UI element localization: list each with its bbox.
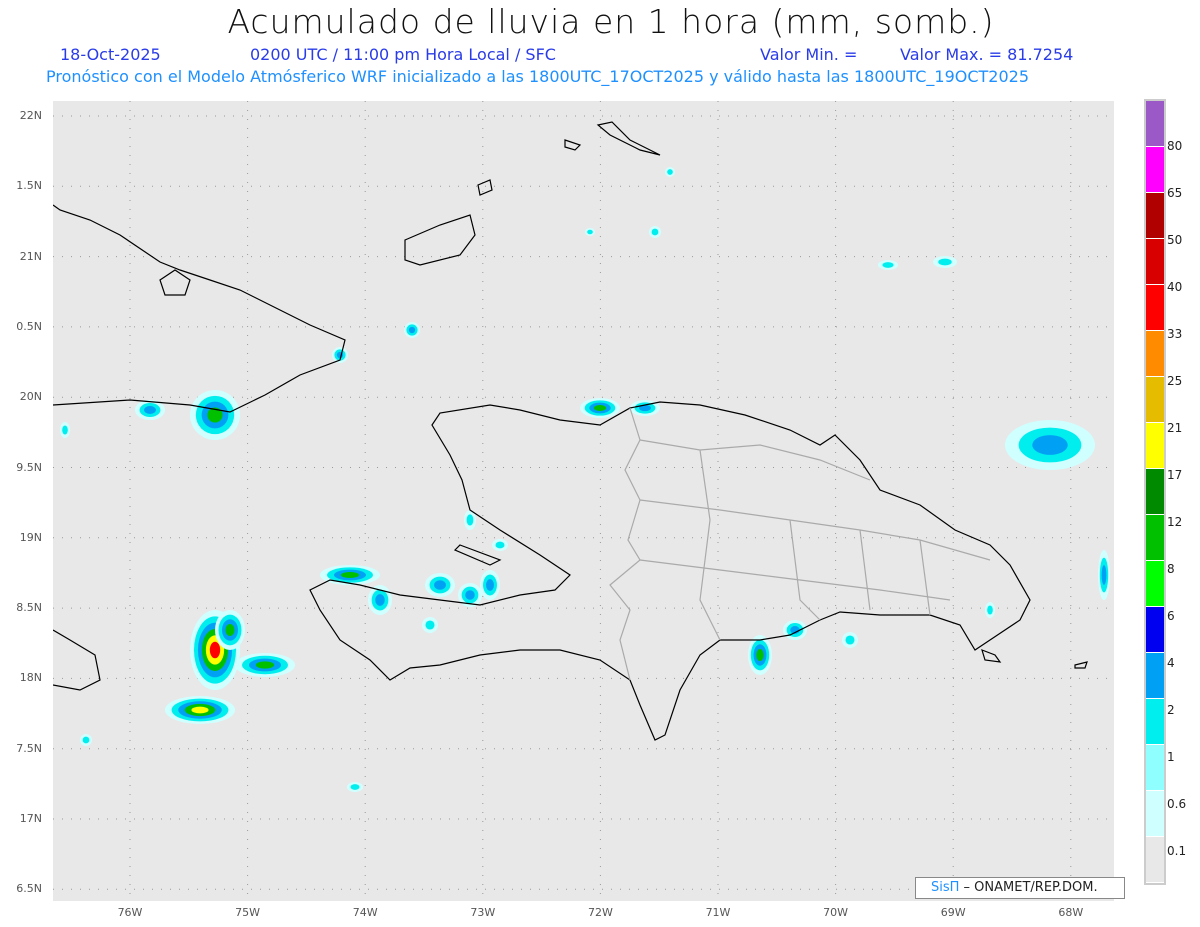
rain-cell [144,406,156,414]
colorbar-segment [1146,193,1164,239]
colorbar-label: 50 [1167,233,1183,247]
colorbar-segment [1146,515,1164,561]
cuba-coast [52,204,346,413]
colorbar-label: 0.1 [1167,844,1187,858]
lon-tick-label: 69W [940,906,966,919]
credit-text: – ONAMET/REP.DOM. [959,880,1098,895]
colorbar-label: 33 [1167,327,1183,341]
rain-cell [882,262,894,268]
colorbar-label: 8 [1167,562,1175,576]
colorbar-label: 65 [1167,186,1183,200]
colorbar-label: 25 [1167,374,1183,388]
lon-tick-label: 71W [705,906,731,919]
colorbar-label: 6 [1167,609,1175,623]
hispaniola-coast [309,401,1031,741]
colorbar-segment [1146,561,1164,607]
rain-cell [987,605,993,615]
lat-tick-label: 22N [19,109,42,122]
colorbar-segment [1146,699,1164,745]
rain-cell [209,641,221,659]
colorbar-label: 1 [1167,750,1175,764]
lon-tick-label: 70W [823,906,849,919]
colorbar-segment [1146,285,1164,331]
rain-cell [255,661,275,669]
colorbar-segment [1146,653,1164,699]
colorbar-segment [1146,469,1164,515]
lon-tick-label: 68W [1058,906,1084,919]
rain-cell [1032,435,1068,455]
rain-cell [1101,565,1107,585]
sispi-logo: SisΠ [931,880,960,895]
lat-tick-label: 6.5N [16,882,42,896]
colorbar-segment [1146,101,1164,147]
rain-cell [225,623,235,637]
colorbar-label: 21 [1167,421,1183,435]
rain-cell [434,580,446,590]
max-value-label: Valor Max. = 81.7254 [900,45,1074,64]
rain-cell [350,784,360,790]
rain-cell [587,229,593,235]
province-borders [609,407,991,681]
date-label: 18-Oct-2025 [60,45,161,64]
lat-tick-label: 0.5N [16,319,42,333]
colorbar-segment [1146,147,1164,193]
rain-cell [340,571,360,579]
rain-cell [938,258,952,266]
colorbar-segment [1146,239,1164,285]
lat-tick-label: 8.5N [16,601,42,615]
map-title: Acumulado de lluvia en 1 hora (mm, somb.… [227,2,995,41]
rain-cell [465,590,475,600]
colorbar-label: 0.6 [1167,797,1187,811]
min-value-label: Valor Min. = [760,45,858,64]
forecast-info: Pronóstico con el Modelo Atmósferico WRF… [46,67,1030,86]
rain-cell [408,326,416,334]
rain-cell [667,169,673,175]
rain-cell [62,425,68,435]
colorbar-segment [1146,607,1164,653]
lat-tick-label: 9.5N [16,460,42,474]
rainfall-map [52,101,1114,901]
time-label: 0200 UTC / 11:00 pm Hora Local / SFC [250,45,556,64]
cuba-south-coast [52,629,101,691]
rain-cell [845,635,855,645]
colorbar-segment [1146,745,1164,791]
colorbar-label: 12 [1167,515,1183,529]
colorbar-label: 4 [1167,656,1175,670]
lat-tick-label: 7.5N [16,741,42,755]
lat-tick-label: 20N [19,390,42,404]
rain-cell [593,404,607,412]
colorbar-segment [1146,377,1164,423]
lon-tick-label: 72W [587,906,613,919]
lat-tick-label: 1.5N [16,179,42,193]
rain-cell [756,648,764,662]
lon-tick-label: 73W [470,906,496,919]
lat-tick-label: 21N [19,249,42,263]
colorbar-segment [1146,423,1164,469]
colorbar-label: 2 [1167,703,1175,717]
colorbar-segment [1146,331,1164,377]
credit-box: SisΠ – ONAMET/REP.DOM. [915,877,1125,899]
lat-tick-label: 18N [19,671,42,685]
lon-tick-label: 76W [117,906,143,919]
lat-tick-label: 19N [19,530,42,544]
rain-cell [191,706,209,714]
colorbar-label: 40 [1167,280,1183,294]
rain-cell [375,594,385,606]
colorbar-label: 17 [1167,468,1183,482]
map-canvas [52,101,1114,901]
colorbar-label: 80 [1167,139,1183,153]
lat-tick-label: 17N [19,812,42,825]
rain-cell [495,541,505,549]
colorbar-segment [1146,791,1164,837]
rain-cell [486,579,494,591]
rain-cell [425,620,435,630]
colorbar-segment [1146,837,1164,883]
lon-tick-label: 75W [235,906,261,919]
colorbar [1144,99,1166,885]
rain-cell [651,228,659,236]
rain-cell [82,736,90,744]
rain-cell [466,514,474,526]
lon-tick-label: 74W [352,906,378,919]
